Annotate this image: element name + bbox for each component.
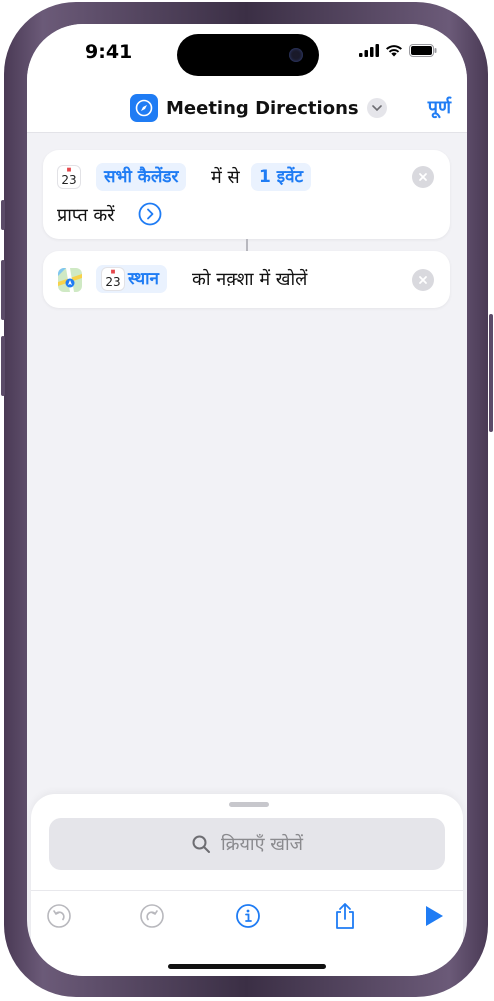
actions-sheet: क्रियाएँ खोजें xyxy=(31,794,463,976)
info-button[interactable] xyxy=(233,901,263,931)
action-button xyxy=(1,200,5,230)
action-text-open: को नक़्शा में खोलें xyxy=(192,269,308,290)
editor-toolbar xyxy=(31,890,463,939)
share-button[interactable] xyxy=(330,901,360,931)
shortcut-title-menu[interactable]: Meeting Directions xyxy=(130,94,387,122)
calendar-day: 23 xyxy=(105,275,121,289)
expand-action-button[interactable] xyxy=(138,202,162,226)
action-card-open-maps[interactable]: स्थान ■ 23 को नक़्शा में खोलें xyxy=(43,251,450,308)
calendar-source-token[interactable]: सभी कैलेंडर xyxy=(96,163,187,191)
run-button[interactable] xyxy=(419,901,449,931)
close-icon xyxy=(419,276,427,284)
chevron-right-circle-icon xyxy=(138,202,162,226)
chevron-down-icon[interactable] xyxy=(366,98,387,118)
side-button xyxy=(489,314,493,432)
compass-icon xyxy=(130,94,158,122)
sheet-grabber[interactable] xyxy=(229,802,269,807)
volume-up-button xyxy=(1,260,5,320)
phone-screen: 9:41 Meeting Directions पूर्ण ■ 23 सभी क… xyxy=(27,24,467,976)
close-icon xyxy=(419,173,427,181)
calendar-icon: ■ 23 xyxy=(58,166,80,188)
info-icon xyxy=(236,904,260,928)
redo-icon xyxy=(140,904,164,928)
remove-action-button[interactable] xyxy=(412,166,434,188)
share-icon xyxy=(336,903,354,929)
camera-icon xyxy=(289,48,303,62)
action-connector xyxy=(246,239,248,251)
undo-icon xyxy=(47,904,71,928)
status-bar: 9:41 xyxy=(27,24,467,84)
maps-icon xyxy=(58,268,82,292)
battery-icon xyxy=(409,44,437,57)
remove-action-button[interactable] xyxy=(412,269,434,291)
done-button[interactable]: पूर्ण xyxy=(428,95,451,119)
search-icon xyxy=(192,835,210,853)
action-text-get: प्राप्त करें xyxy=(57,205,115,226)
undo-button[interactable] xyxy=(44,901,74,931)
shortcut-title: Meeting Directions xyxy=(166,97,359,119)
status-icons xyxy=(359,44,437,57)
dynamic-island xyxy=(177,34,319,76)
volume-down-button xyxy=(1,336,5,396)
status-time: 9:41 xyxy=(85,41,133,63)
navigation-bar: Meeting Directions पूर्ण xyxy=(27,84,467,133)
action-text-from: में से xyxy=(211,167,240,188)
calendar-day: 23 xyxy=(61,173,77,187)
search-actions-field[interactable]: क्रियाएँ खोजें xyxy=(49,818,445,870)
cellular-signal-icon xyxy=(359,44,379,57)
wifi-icon xyxy=(386,45,402,57)
home-indicator[interactable] xyxy=(168,964,326,969)
event-count-token[interactable]: 1 इवेंट xyxy=(251,163,312,191)
calendar-icon: ■ 23 xyxy=(102,268,124,290)
play-icon xyxy=(426,906,443,926)
search-placeholder: क्रियाएँ खोजें xyxy=(220,834,303,855)
redo-button[interactable] xyxy=(137,901,167,931)
action-card-get-events[interactable]: ■ 23 सभी कैलेंडर में से 1 इवेंट प्राप्त … xyxy=(43,150,450,239)
